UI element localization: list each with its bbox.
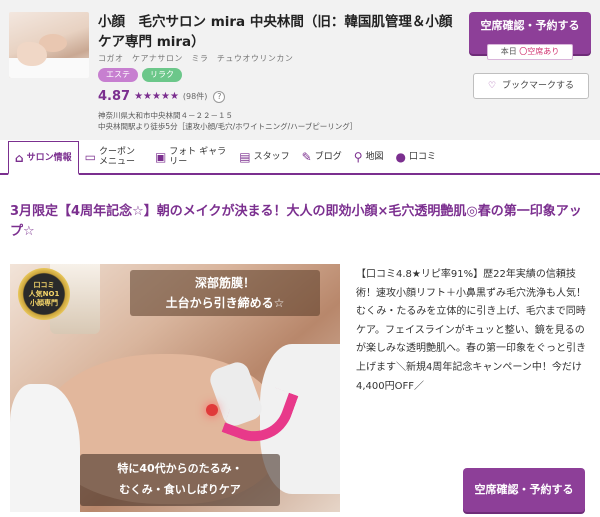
tag-relax: リラク [142,68,182,82]
glove-left-shape [10,384,80,512]
campaign-description: 【口コミ4.8★リピ率91%】歴22年実績の信頼技術！速攻小顔リフト＋小鼻黒ずみ… [356,269,586,392]
tab-label: クーポン メニュー [98,147,135,167]
salon-tabs: ⌂ サロン情報 ▭ クーポン メニュー ▣ フォト ギャラリー ▤ スタッフ ✎… [0,141,600,175]
chat-icon: ● [395,150,407,164]
map-pin-icon: ⚲ [353,150,363,164]
caption-line: 土台から引き締める☆ [165,296,285,310]
tab-label: 口コミ [409,152,437,162]
tab-reviews[interactable]: ● 口コミ [390,141,443,173]
campaign-photo: 口コミ 人気NO1 小顔専門 深部筋膜！ 土台から引き締める☆ 特に40代からの… [10,264,340,512]
thumbnail-hand [17,42,47,66]
rating-row: 4.87 ★★★★★ (98件) ? [98,89,226,104]
coupon-icon: ▭ [84,150,96,164]
caption-line: 深部筋膜！ [194,276,255,290]
tab-photo-gallery[interactable]: ▣ フォト ギャラリー [149,141,233,173]
tab-label: スタッフ [253,152,290,162]
tab-label: ブログ [314,152,342,162]
tab-label: サロン情報 [26,152,72,163]
rating-score: 4.87 [98,89,131,104]
staff-icon: ▤ [239,150,251,164]
tab-map[interactable]: ⚲ 地図 [348,141,390,173]
tab-staff[interactable]: ▤ スタッフ [233,141,295,173]
red-light-dot [206,404,218,416]
photo-icon: ▣ [154,150,167,164]
heart-icon: ♡ [487,81,497,91]
house-icon: ⌂ [15,150,24,165]
award-badge: 口コミ 人気NO1 小顔専門 [18,268,70,320]
review-count[interactable]: (98件) [183,91,207,102]
bookmark-label: ブックマークする [502,81,575,91]
help-icon[interactable]: ? [213,90,226,103]
bookmark-button[interactable]: ♡ ブックマークする [473,73,589,99]
campaign-headline: 3月限定【4周年記念☆】朝のメイクが決まる！大人の即効小顔×毛穴透明艶肌◎春の第… [10,204,582,239]
tab-label: フォト ギャラリー [169,147,227,167]
photo-caption-bottom: 特に40代からのたるみ・ むくみ・食いしばりケア [80,454,280,506]
photo-caption-top: 深部筋膜！ 土台から引き締める☆ [130,270,320,316]
availability-badge: 本日 〇空席あり [487,44,573,60]
category-tags: エステ リラク [98,68,182,82]
salon-name[interactable]: 小顔 毛穴サロン mira 中央林間（旧：韓国肌管理＆小顔ケア専門 mira） [98,12,458,52]
tab-coupon-menu[interactable]: ▭ クーポン メニュー [79,141,149,173]
rating-stars-icon: ★★★★★ [134,91,179,102]
availability-status: 〇空席あり [519,47,560,56]
tab-label: 地図 [365,152,384,162]
pen-icon: ✎ [301,150,312,164]
caption-line: むくみ・食いしばりケア [119,483,241,496]
tab-blog[interactable]: ✎ ブログ [296,141,348,173]
salon-kana: コガオ ケアナサロン ミラ チュウオウリンカン [98,54,294,63]
tag-esthe: エステ [98,68,138,82]
tab-salon-info[interactable]: ⌂ サロン情報 [8,141,79,175]
salon-thumbnail[interactable] [9,12,89,78]
badge-line: 口コミ [33,280,55,289]
salon-address: 神奈川県大和市中央林間４－２２－１５ 中央林間駅より徒歩5分［速攻小顔/毛穴/ホ… [98,110,357,132]
reserve-button-bottom[interactable]: 空席確認・予約する [463,468,585,512]
badge-line: 人気NO1 [28,289,60,298]
caption-line: 特に40代からのたるみ・ [117,462,243,475]
availability-prefix: 本日 [500,47,517,56]
access-line: 中央林間駅より徒歩5分［速攻小顔/毛穴/ホワイトニング/ハーブピーリング］ [98,122,358,131]
badge-line: 小顔専門 [30,298,58,307]
salon-header: 小顔 毛穴サロン mira 中央林間（旧：韓国肌管理＆小顔ケア専門 mira） … [0,0,600,140]
address-line: 神奈川県大和市中央林間４－２２－１５ [98,111,233,120]
